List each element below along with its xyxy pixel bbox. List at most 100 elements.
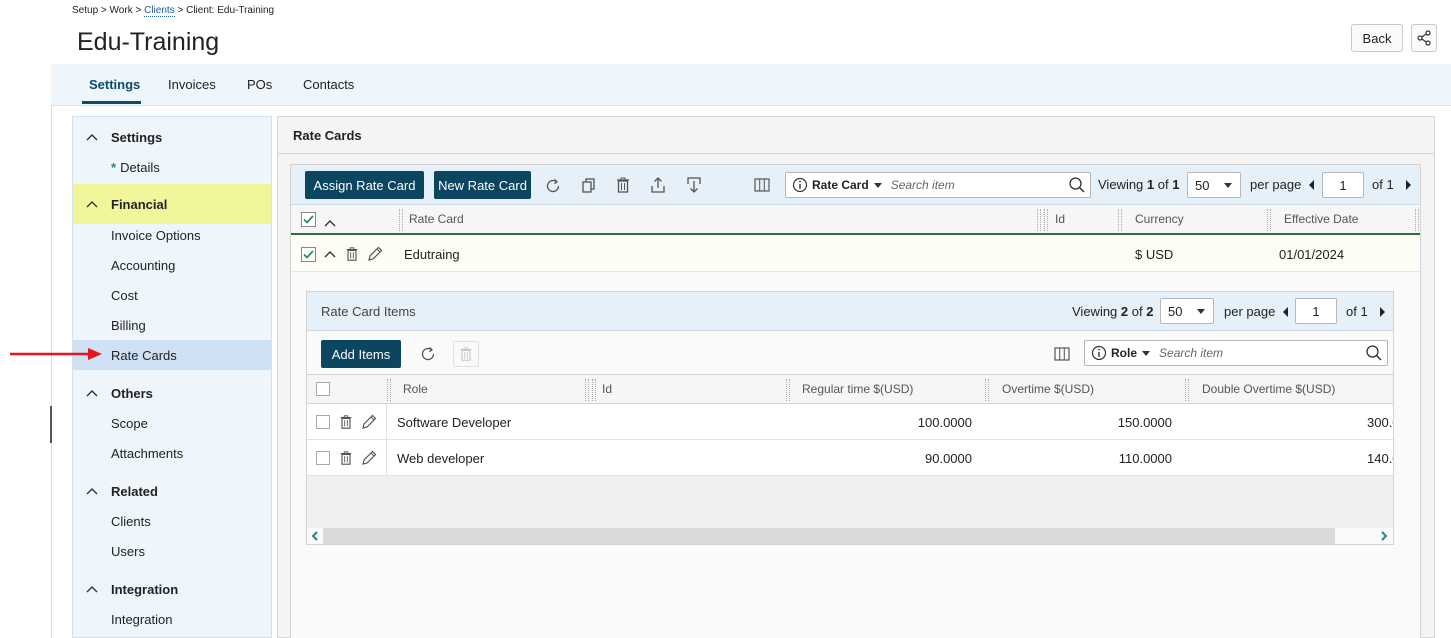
column-resize-handle[interactable]	[1415, 209, 1419, 231]
sidebar-item-invoice-options[interactable]: Invoice Options	[73, 220, 271, 250]
tab-settings[interactable]: Settings	[89, 77, 140, 92]
next-page-icon[interactable]	[1380, 307, 1385, 317]
scroll-left-icon[interactable]	[310, 531, 320, 541]
sidebar-section-integration[interactable]: Integration	[73, 574, 271, 604]
row-delete-icon[interactable]	[338, 404, 354, 440]
search-input[interactable]: Search item	[1159, 346, 1223, 360]
search-filter-dropdown[interactable]: Rate Card	[812, 178, 883, 192]
refresh-icon[interactable]	[418, 344, 438, 364]
sidebar-item-details[interactable]: * Details	[73, 152, 271, 182]
sidebar-section-financial[interactable]: Financial	[73, 184, 271, 224]
search-input[interactable]: Search item	[891, 178, 955, 192]
table-row[interactable]: Software Developer 100.0000 150.0000 300…	[307, 404, 1393, 440]
per-page-value: 50	[1195, 177, 1210, 193]
sidebar-section-others[interactable]: Others	[73, 378, 271, 408]
tab-invoices[interactable]: Invoices	[168, 77, 216, 92]
sidebar-item-cost[interactable]: Cost	[73, 280, 271, 310]
sidebar-item-integration[interactable]: Integration	[73, 604, 271, 634]
annotation-arrow-icon	[10, 348, 102, 360]
breadcrumb-setup[interactable]: Setup	[72, 5, 98, 16]
back-button[interactable]: Back	[1351, 24, 1403, 52]
cell-effective-date: 01/01/2024	[1279, 246, 1345, 262]
sidebar-section-related[interactable]: Related	[73, 476, 271, 506]
column-header-overtime[interactable]: Overtime $(USD)	[988, 375, 1094, 403]
scrollbar-thumb[interactable]	[323, 528, 1335, 544]
columns-icon[interactable]	[1052, 344, 1072, 364]
page-divider-mark	[50, 406, 52, 443]
new-rate-card-button[interactable]: New Rate Card	[434, 171, 531, 199]
row-divider	[386, 440, 387, 476]
page-of-label: of 1	[1372, 177, 1394, 192]
breadcrumb-work[interactable]: Work	[110, 5, 133, 16]
import-icon[interactable]	[684, 175, 704, 195]
sidebar-item-rate-cards[interactable]: Rate Cards	[73, 340, 271, 370]
delete-icon[interactable]	[613, 175, 633, 195]
add-items-button[interactable]: Add Items	[321, 340, 401, 368]
sidebar-item-label: Billing	[111, 317, 146, 333]
sidebar-item-billing[interactable]: Billing	[73, 310, 271, 340]
sidebar-section-label: Financial	[111, 196, 168, 212]
search-filter-dropdown[interactable]: Role	[1111, 346, 1151, 360]
collapse-all-icon[interactable]	[324, 215, 336, 230]
tab-contacts[interactable]: Contacts	[303, 77, 354, 92]
select-all-checkbox[interactable]	[301, 212, 316, 230]
copy-icon[interactable]	[579, 175, 599, 195]
row-edit-icon[interactable]	[367, 236, 383, 272]
breadcrumb-clients-link[interactable]: Clients	[144, 5, 175, 17]
chevron-up-icon	[73, 389, 111, 397]
table-row[interactable]: Edutraing $ USD 01/01/2024	[291, 236, 1420, 272]
share-button[interactable]	[1411, 24, 1437, 52]
column-header-id[interactable]: Id	[1041, 205, 1065, 233]
items-select-all-checkbox[interactable]	[316, 382, 330, 399]
items-per-page-select[interactable]: 50	[1160, 298, 1214, 324]
row-edit-icon[interactable]	[361, 404, 377, 440]
sidebar-item-users[interactable]: Users	[73, 536, 271, 566]
sidebar-item-clients[interactable]: Clients	[73, 506, 271, 536]
column-header-double-overtime[interactable]: Double Overtime $(USD)	[1188, 375, 1335, 403]
column-header-rate-card[interactable]: Rate Card	[395, 205, 464, 233]
rate-card-search[interactable]: Rate Card Search item	[785, 172, 1091, 198]
sidebar-item-scope[interactable]: Scope	[73, 408, 271, 438]
column-header-regular-time[interactable]: Regular time $(USD)	[788, 375, 913, 403]
search-icon[interactable]	[1365, 344, 1383, 362]
search-icon[interactable]	[1068, 176, 1086, 194]
table-row[interactable]: Web developer 90.0000 110.0000 140.0	[307, 440, 1393, 476]
next-page-icon[interactable]	[1406, 180, 1411, 190]
page-of-label: of 1	[1346, 304, 1368, 319]
items-toolbar: Add Items Role Search item	[307, 331, 1393, 374]
column-header-id[interactable]: Id	[588, 375, 612, 403]
export-icon[interactable]	[648, 175, 668, 195]
column-header-role[interactable]: Role	[389, 375, 428, 403]
row-checkbox[interactable]	[316, 404, 330, 440]
page-number-input[interactable]: 1	[1322, 172, 1364, 198]
row-checkbox[interactable]	[316, 440, 330, 476]
cell-double-overtime: 300.0	[1367, 414, 1393, 430]
column-header-currency[interactable]: Currency	[1121, 205, 1184, 233]
items-page-number-input[interactable]: 1	[1295, 298, 1337, 324]
row-edit-icon[interactable]	[361, 440, 377, 476]
sidebar-item-attachments[interactable]: Attachments	[73, 438, 271, 468]
required-star-icon: *	[111, 159, 117, 175]
tab-pos[interactable]: POs	[247, 77, 272, 92]
prev-page-icon[interactable]	[1283, 307, 1288, 317]
items-search[interactable]: Role Search item	[1084, 340, 1388, 366]
refresh-icon[interactable]	[543, 176, 563, 196]
row-collapse-icon[interactable]	[324, 236, 336, 272]
sidebar-item-label: Scope	[111, 415, 148, 431]
row-checkbox[interactable]	[301, 236, 316, 272]
sidebar-item-accounting[interactable]: Accounting	[73, 250, 271, 280]
breadcrumb-sep: >	[177, 5, 184, 16]
column-header-effective-date[interactable]: Effective Date	[1270, 205, 1358, 233]
columns-icon[interactable]	[752, 175, 772, 195]
breadcrumb-sep: >	[100, 5, 107, 16]
assign-rate-card-button[interactable]: Assign Rate Card	[305, 171, 424, 199]
per-page-select[interactable]: 50	[1187, 172, 1241, 198]
scroll-right-icon[interactable]	[1379, 531, 1389, 541]
prev-page-icon[interactable]	[1309, 180, 1314, 190]
horizontal-scrollbar[interactable]	[307, 528, 1393, 544]
sidebar-section-settings[interactable]: Settings	[73, 122, 271, 152]
items-delete-button[interactable]	[453, 341, 479, 367]
row-delete-icon[interactable]	[338, 440, 354, 476]
row-delete-icon[interactable]	[344, 236, 360, 272]
sidebar-item-label: Cost	[111, 287, 138, 303]
